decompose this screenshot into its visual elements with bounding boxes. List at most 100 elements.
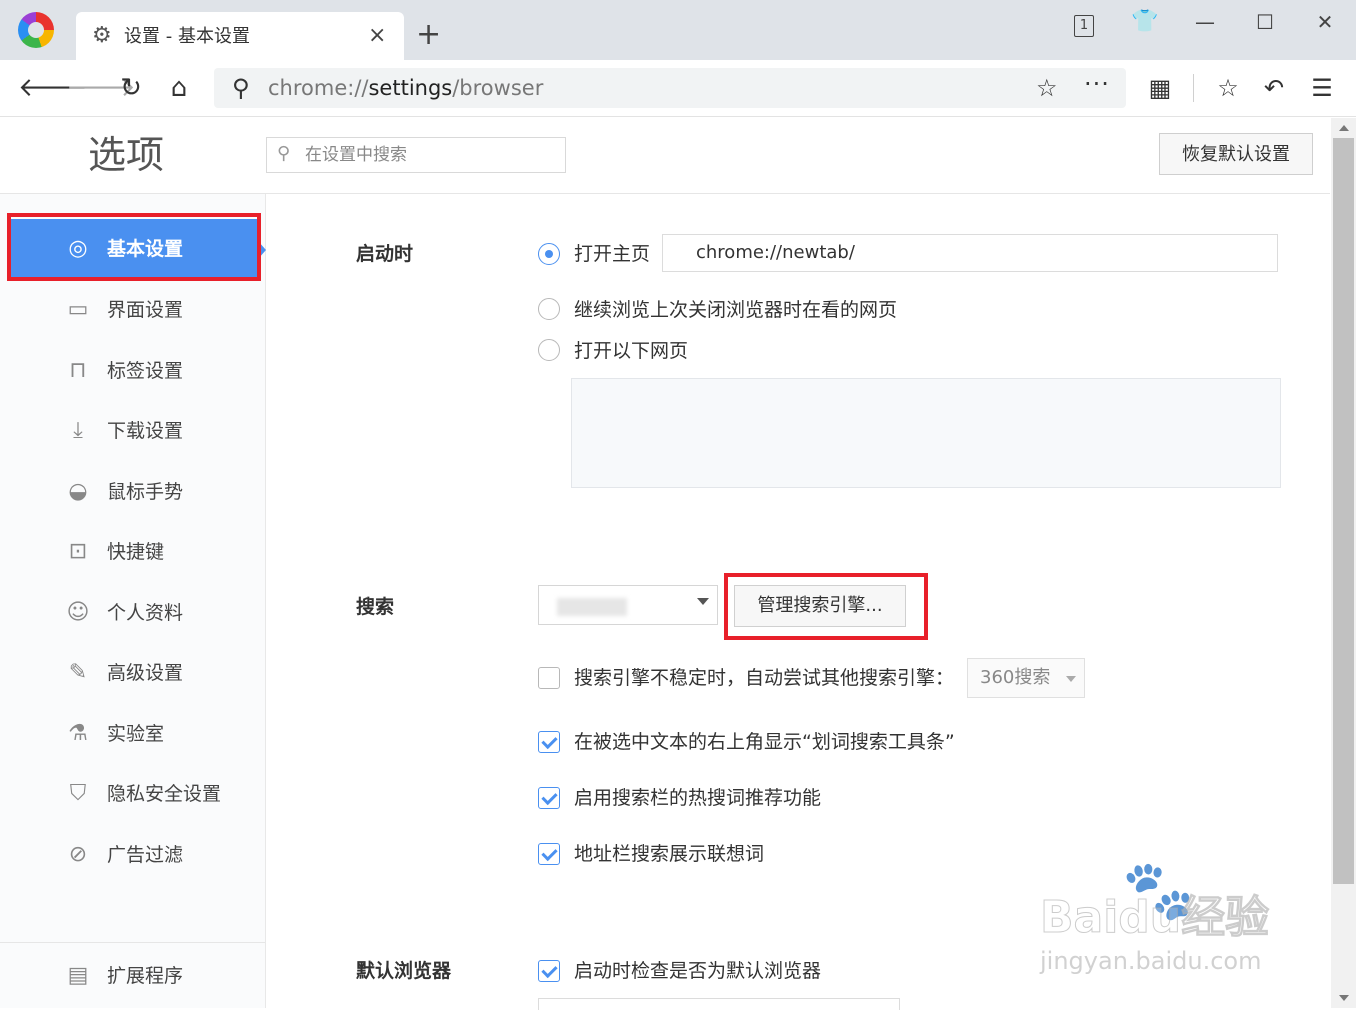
browser-toolbar: 🡐 🡒 ↻ ⌂ ⚲ chrome://settings/browser ☆ ··… (0, 60, 1356, 117)
sidebar-item-mouse[interactable]: ◒ 鼠标手势 (0, 462, 265, 522)
sidebar-item-privacy[interactable]: ⛉ 隐私安全设置 (0, 764, 265, 824)
flask-icon: ⚗ (68, 721, 88, 746)
restore-defaults-button[interactable]: 恢复默认设置 (1159, 133, 1313, 175)
checkbox-hot-words[interactable] (538, 787, 560, 809)
sidebar-item-lab[interactable]: ⚗ 实验室 (0, 704, 265, 764)
homepage-url-value: chrome://newtab/ (696, 242, 855, 263)
sidebar-item-shortcuts[interactable]: ⊡ 快捷键 (0, 522, 265, 582)
sidebar-item-label: 隐私安全设置 (107, 783, 222, 805)
radio-open-pages[interactable] (538, 339, 560, 361)
browser-logo-icon[interactable] (18, 12, 54, 48)
mouse-icon: ◒ (68, 479, 88, 504)
scrollbar-thumb[interactable] (1333, 138, 1354, 884)
sidebar-item-label: 高级设置 (107, 662, 184, 684)
fallback-engine-select[interactable]: 360搜索 (967, 658, 1085, 698)
checkbox-word-toolbar[interactable] (538, 731, 560, 753)
sidebar-item-downloads[interactable]: ⤓ 下载设置 (0, 401, 265, 461)
sidebar-item-adblock[interactable]: ⊘ 广告过滤 (0, 825, 265, 885)
new-tab-button[interactable]: + (416, 20, 441, 50)
sidebar-item-label: 扩展程序 (107, 965, 184, 987)
maximize-button[interactable]: ☐ (1245, 8, 1285, 36)
sidebar-item-label: 广告过滤 (107, 844, 184, 866)
sidebar-item-label: 下载设置 (107, 420, 184, 442)
close-window-button[interactable]: ✕ (1305, 8, 1345, 36)
sidebar-item-profile[interactable]: ☺ 个人资料 (0, 583, 265, 643)
search-icon: ⚲ (232, 74, 250, 102)
checkbox-fallback-engine[interactable] (538, 667, 560, 689)
search-section-label: 搜索 (356, 596, 395, 618)
homepage-url-field[interactable]: chrome://newtab/ (662, 234, 1278, 272)
fallback-engine-label: 搜索引擎不稳定时，自动尝试其他搜索引擎： (574, 667, 955, 689)
address-bar[interactable]: ⚲ chrome://settings/browser ☆ ··· (214, 68, 1126, 108)
search-engine-select[interactable] (538, 585, 718, 625)
search-icon: ⚲ (277, 143, 291, 164)
shield-icon: ⛉ (69, 781, 87, 806)
scroll-down-arrow-icon[interactable] (1331, 988, 1356, 1008)
sidebar-item-extensions[interactable]: ▤ 扩展程序 (0, 946, 265, 1006)
suggest-label: 地址栏搜索展示联想词 (574, 843, 765, 865)
sidebar-item-label: 界面设置 (107, 299, 184, 321)
skin-shirt-icon[interactable]: 👕 (1125, 8, 1165, 36)
apps-grid-icon[interactable]: ▦ (1143, 72, 1177, 104)
tab-title: 设置 - 基本设置 (124, 26, 250, 47)
favorites-list-icon[interactable]: ☆ (1211, 72, 1245, 104)
check-default-label: 启动时检查是否为默认浏览器 (574, 960, 822, 982)
chevron-down-icon (1066, 676, 1076, 682)
toolbar-divider (1193, 74, 1194, 102)
download-icon: ⤓ (73, 418, 83, 443)
watermark-brand: Baidu经验 (1039, 892, 1270, 944)
sidebar-divider (0, 942, 265, 943)
tab-count-badge: 1 (1074, 15, 1094, 37)
settings-search-input[interactable] (303, 142, 557, 168)
user-icon: ☺ (66, 600, 90, 625)
radio-open-home[interactable] (538, 243, 560, 265)
chevron-down-icon (697, 598, 709, 605)
window-icon: ▭ (67, 297, 89, 322)
title-bar: ⚙ 设置 - 基本设置 × + 1 👕 — ☐ ✕ (0, 0, 1356, 60)
undo-icon[interactable]: ↶ (1257, 72, 1291, 104)
startup-section-label: 启动时 (356, 243, 414, 265)
minimize-button[interactable]: — (1185, 8, 1225, 36)
page-title: 选项 (88, 133, 165, 177)
sidebar-item-advanced[interactable]: ✎ 高级设置 (0, 643, 265, 703)
fallback-engine-value: 360搜索 (980, 667, 1051, 688)
default-browser-section-label: 默认浏览器 (356, 960, 452, 982)
sidebar-item-tabs[interactable]: ⊓ 标签设置 (0, 341, 265, 401)
sidebar-item-label: 鼠标手势 (107, 481, 184, 503)
highlight-box-manage (724, 573, 928, 640)
tab-count-button[interactable]: 1 (1064, 8, 1104, 37)
wrench-icon: ✎ (68, 660, 88, 685)
checkbox-check-default[interactable] (538, 960, 560, 982)
sidebar-item-label: 实验室 (107, 723, 165, 745)
scroll-up-arrow-icon[interactable] (1331, 118, 1356, 138)
startup-pages-list[interactable] (571, 378, 1281, 488)
sidebar-item-label: 标签设置 (107, 360, 184, 382)
menu-icon[interactable]: ☰ (1305, 72, 1339, 104)
settings-search[interactable]: ⚲ (266, 137, 566, 173)
home-button[interactable]: ⌂ (162, 72, 196, 104)
watermark-domain: jingyan.baidu.com (1040, 947, 1262, 975)
sidebar-item-label: 快捷键 (107, 541, 165, 563)
sidebar-item-label: 个人资料 (107, 602, 184, 624)
sidebar-item-ui[interactable]: ▭ 界面设置 (0, 280, 265, 340)
bookmark-star-icon[interactable]: ☆ (1036, 74, 1058, 102)
shortcut-icon: ⊡ (68, 539, 88, 564)
reload-button[interactable]: ↻ (114, 72, 148, 104)
tab-settings[interactable]: ⚙ 设置 - 基本设置 × (76, 12, 404, 60)
address-url[interactable]: chrome://settings/browser (268, 75, 543, 101)
word-toolbar-label: 在被选中文本的右上角显示“划词搜索工具条” (574, 731, 955, 753)
radio-continue-session[interactable] (538, 298, 560, 320)
extensions-icon: ▤ (67, 963, 89, 988)
option-open-home-label: 打开主页 (574, 243, 651, 265)
highlight-box-basic (7, 213, 261, 281)
hot-words-label: 启用搜索栏的热搜词推荐功能 (574, 787, 822, 809)
checkbox-suggest[interactable] (538, 843, 560, 865)
forward-button[interactable]: 🡒 (66, 72, 136, 104)
close-tab-icon[interactable]: × (368, 23, 386, 49)
gear-icon: ⚙ (92, 23, 112, 48)
back-button[interactable]: 🡐 (18, 72, 88, 104)
default-browser-button[interactable] (538, 998, 900, 1010)
option-open-pages-label: 打开以下网页 (574, 340, 689, 362)
more-dots-icon[interactable]: ··· (1084, 70, 1110, 98)
option-continue-label: 继续浏览上次关闭浏览器时在看的网页 (574, 299, 898, 321)
